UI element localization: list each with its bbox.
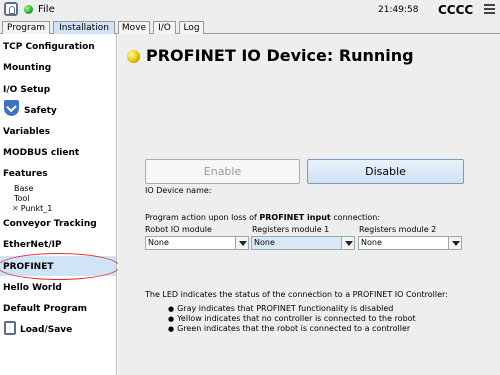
registers-module-1-select[interactable]: None: [251, 236, 355, 250]
chevron-down-icon[interactable]: [235, 237, 248, 249]
enable-button[interactable]: Enable: [145, 159, 300, 184]
tab-io[interactable]: I/O: [153, 21, 176, 34]
sidebar-item-features[interactable]: Features: [3, 169, 48, 179]
status-led-icon: [127, 50, 140, 63]
installation-sidebar: TCP Configuration Mounting I/O Setup Saf…: [0, 34, 120, 375]
tab-program[interactable]: Program: [2, 21, 50, 34]
led-state-yellow: Yellow indicates that no controller is c…: [168, 314, 416, 323]
tab-move[interactable]: Move: [118, 21, 150, 34]
sidebar-item-mounting[interactable]: Mounting: [3, 63, 51, 73]
sidebar-item-default-program[interactable]: Default Program: [3, 304, 87, 314]
feature-item-punkt-1[interactable]: Punkt_1: [12, 204, 53, 213]
title-bar: File 21:49:58 CCCC: [0, 0, 500, 20]
robot-io-module-label: Robot IO module: [145, 225, 212, 234]
led-explanation-intro: The LED indicates the status of the conn…: [145, 290, 448, 299]
clock: 21:49:58: [378, 5, 419, 15]
tab-bar: Program Installation Move I/O Log: [0, 20, 500, 34]
sidebar-item-variables[interactable]: Variables: [3, 127, 50, 137]
sidebar-item-load-save[interactable]: Load/Save: [20, 325, 72, 335]
annotation-circle: [0, 253, 120, 280]
hamburger-menu-icon[interactable]: [484, 4, 495, 15]
sidebar-item-ethernet-ip[interactable]: EtherNet/IP: [3, 240, 62, 250]
io-device-name-label: IO Device name:: [145, 186, 212, 195]
robot-status-icon: [24, 5, 33, 14]
registers-module-1-value: None: [254, 238, 275, 247]
feature-item-tool[interactable]: Tool: [14, 194, 30, 203]
sidebar-item-hello-world[interactable]: Hello World: [3, 283, 62, 293]
file-menu[interactable]: File: [38, 4, 55, 15]
sidebar-item-io-setup[interactable]: I/O Setup: [3, 85, 50, 95]
registers-module-1-label: Registers module 1: [252, 225, 330, 234]
sidebar-item-modbus-client[interactable]: MODBUS client: [3, 148, 79, 158]
disable-button[interactable]: Disable: [307, 159, 464, 184]
registers-module-2-select[interactable]: None: [358, 236, 462, 250]
chevron-down-icon[interactable]: [448, 237, 461, 249]
load-save-icon: [4, 321, 16, 335]
registers-module-2-label: Registers module 2: [359, 225, 437, 234]
tab-log[interactable]: Log: [179, 21, 204, 34]
chevron-down-icon[interactable]: [341, 237, 354, 249]
led-state-gray: Gray indicates that PROFINET functionali…: [168, 304, 393, 313]
sidebar-item-safety[interactable]: Safety: [24, 106, 57, 116]
tab-installation[interactable]: Installation: [53, 21, 115, 34]
page-title: PROFINET IO Device: Running: [146, 46, 414, 65]
robot-logo-icon: [4, 2, 18, 16]
shield-icon: [4, 100, 19, 116]
robot-io-module-select[interactable]: None: [145, 236, 249, 250]
sidebar-item-conveyor-tracking[interactable]: Conveyor Tracking: [3, 219, 97, 229]
registers-module-2-value: None: [361, 238, 382, 247]
feature-item-base[interactable]: Base: [14, 184, 33, 193]
led-state-green: Green indicates that the robot is connec…: [168, 324, 410, 333]
robot-name: CCCC: [438, 3, 474, 17]
sidebar-item-tcp-configuration[interactable]: TCP Configuration: [3, 42, 95, 52]
loss-action-label: Program action upon loss of PROFINET inp…: [145, 213, 381, 222]
profinet-panel: PROFINET IO Device: Running Enable Disab…: [118, 34, 500, 375]
robot-io-module-value: None: [148, 238, 169, 247]
